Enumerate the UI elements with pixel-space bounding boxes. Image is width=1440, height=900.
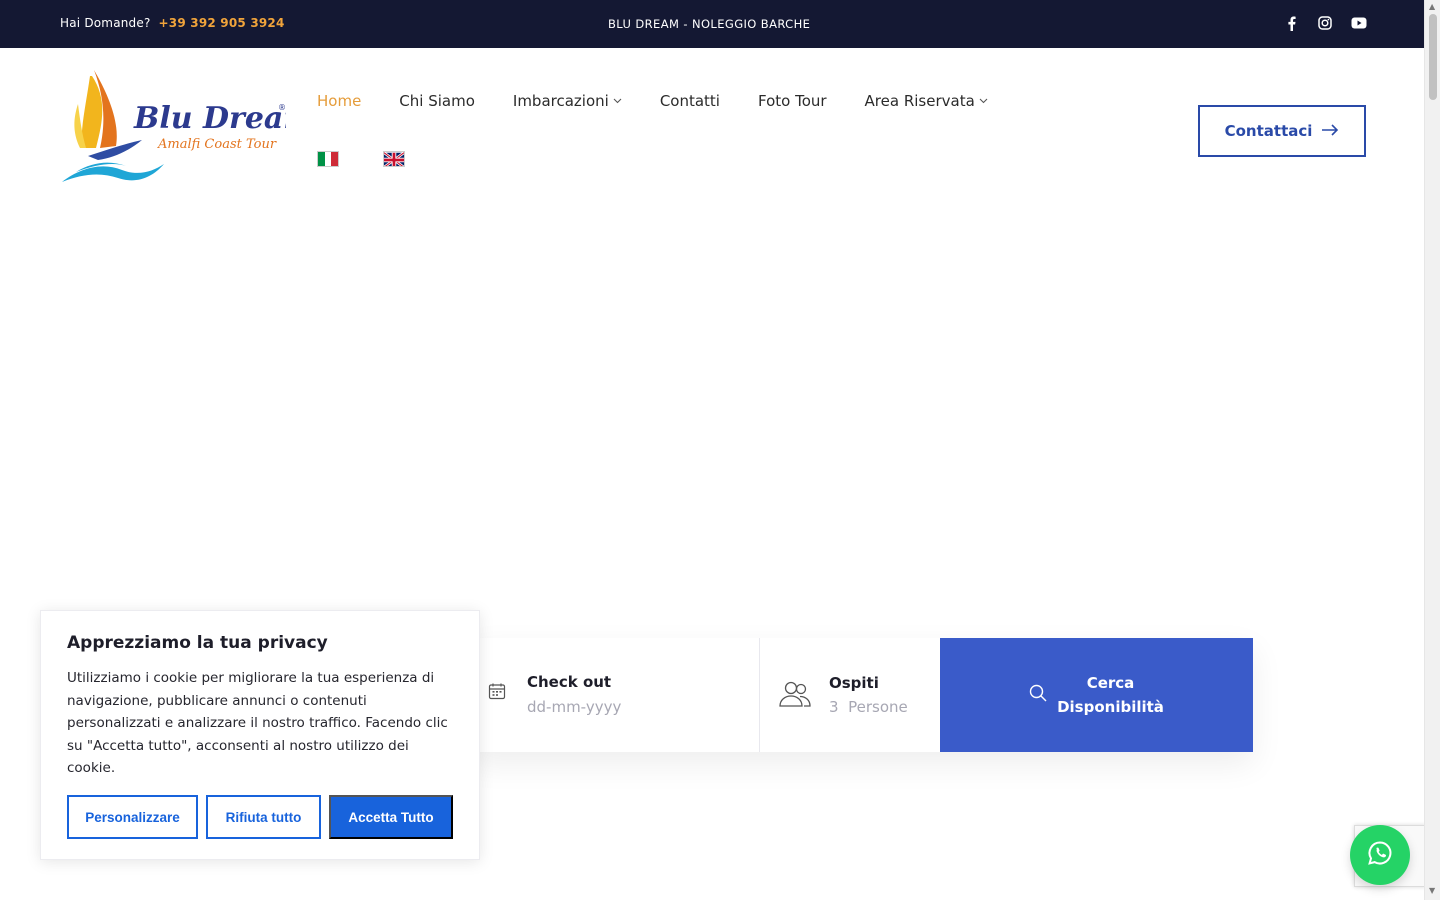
search-label-line1: Cerca: [1086, 674, 1135, 692]
language-switcher: [317, 151, 405, 167]
svg-text:Blu Dream: Blu Dream: [133, 101, 286, 136]
social-links: [1282, 14, 1368, 32]
question-text: Hai Domande?: [60, 16, 151, 30]
youtube-icon[interactable]: [1350, 14, 1368, 32]
contact-button[interactable]: Contattaci: [1198, 105, 1366, 157]
scroll-up-arrow-icon[interactable]: ▲: [1429, 2, 1435, 11]
nav-item-chi-siamo[interactable]: Chi Siamo: [399, 92, 475, 110]
italian-flag-icon[interactable]: [317, 151, 339, 167]
scroll-down-arrow-icon[interactable]: ▼: [1429, 886, 1435, 895]
facebook-icon[interactable]: [1282, 14, 1300, 32]
whatsapp-icon: [1367, 840, 1393, 870]
cookie-title: Apprezziamo la tua privacy: [67, 633, 328, 653]
checkout-input[interactable]: dd-mm-yyyy: [527, 698, 621, 716]
cookie-consent-banner: Apprezziamo la tua privacy Utilizziamo i…: [40, 610, 480, 860]
search-icon: [1029, 684, 1047, 706]
chevron-down-icon: [613, 96, 622, 107]
top-bar: Hai Domande? +39 392 905 3924 BLU DREAM …: [0, 0, 1424, 48]
guests-label: Ospiti: [829, 674, 879, 692]
guests-value[interactable]: 3 Persone: [829, 698, 908, 716]
guests-count: 3: [829, 698, 839, 716]
contact-question: Hai Domande? +39 392 905 3924: [60, 16, 285, 30]
search-availability-button[interactable]: Cerca Disponibilità: [940, 638, 1253, 752]
checkout-field[interactable]: Check out dd-mm-yyyy: [470, 638, 760, 752]
booking-search-bar: Check out dd-mm-yyyy Ospiti 3 Persone Ce…: [470, 638, 1253, 752]
svg-text:®: ®: [278, 103, 286, 112]
cookie-description: Utilizziamo i cookie per migliorare la t…: [67, 670, 448, 776]
site-logo[interactable]: Blu Dream ® Amalfi Coast Tour: [58, 64, 315, 188]
uk-flag-icon[interactable]: [383, 151, 405, 167]
nav-label: Foto Tour: [757, 92, 827, 110]
nav-item-home[interactable]: Home: [317, 92, 361, 110]
svg-text:Amalfi Coast Tour: Amalfi Coast Tour: [157, 137, 277, 152]
main-nav: Home Chi Siamo Imbarcazioni Contatti Fot…: [317, 92, 988, 110]
instagram-icon[interactable]: [1316, 14, 1334, 32]
nav-item-imbarcazioni[interactable]: Imbarcazioni: [513, 92, 622, 110]
chevron-down-icon: [979, 96, 988, 107]
search-button-label: Cerca Disponibilità: [1057, 671, 1164, 719]
contact-button-label: Contattaci: [1224, 122, 1313, 140]
nav-label: Home: [317, 92, 362, 110]
field-divider: [759, 638, 760, 752]
users-icon: [778, 680, 812, 712]
nav-item-foto-tour[interactable]: Foto Tour: [758, 92, 827, 110]
nav-label: Area Riservata: [864, 92, 975, 110]
page-scrollbar[interactable]: ▲ ▼: [1424, 0, 1440, 900]
nav-label: Contatti: [659, 92, 720, 110]
reject-all-button[interactable]: Rifiuta tutto: [206, 795, 321, 839]
whatsapp-button[interactable]: [1350, 825, 1410, 885]
nav-item-area-riservata[interactable]: Area Riservata: [865, 92, 988, 110]
cookie-actions: Personalizzare Rifiuta tutto Accetta Tut…: [67, 795, 453, 839]
checkout-label: Check out: [527, 673, 612, 691]
customize-button[interactable]: Personalizzare: [67, 795, 198, 839]
nav-item-contatti[interactable]: Contatti: [660, 92, 720, 110]
arrow-right-icon: [1322, 122, 1339, 140]
search-label-line2: Disponibilità: [1057, 698, 1164, 716]
phone-link[interactable]: +39 392 905 3924: [159, 16, 285, 30]
nav-label: Chi Siamo: [399, 92, 475, 110]
topbar-title: BLU DREAM - NOLEGGIO BARCHE: [608, 17, 811, 31]
guests-unit: Persone: [848, 698, 908, 716]
calendar-icon: [488, 682, 506, 704]
nav-label: Imbarcazioni: [512, 92, 609, 110]
scrollbar-thumb[interactable]: [1429, 14, 1437, 100]
accept-all-button[interactable]: Accetta Tutto: [329, 795, 453, 839]
